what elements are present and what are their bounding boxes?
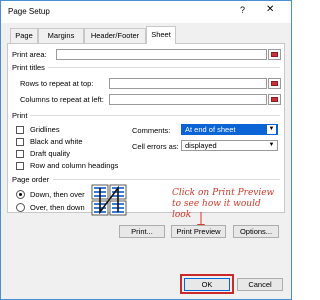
tab-sheet-label: Sheet — [151, 30, 171, 39]
tab-header-footer[interactable]: Header/Footer — [84, 28, 146, 43]
rows-to-repeat-label: Rows to repeat at top: — [20, 79, 94, 88]
cancel-button-label: Cancel — [248, 280, 272, 289]
range-select-icon — [271, 81, 278, 86]
columns-to-repeat-label: Columns to repeat at left: — [20, 95, 104, 104]
gridlines-label: Gridlines — [30, 125, 60, 134]
down-then-over-label: Down, then over — [30, 190, 85, 199]
separator — [30, 115, 280, 116]
print-area-collapse-button[interactable] — [268, 49, 281, 60]
row-column-headings-checkbox[interactable] — [16, 162, 24, 170]
page-setup-dialog: Page Setup ? ✕ Page Margins Header/Foote… — [0, 0, 292, 300]
tab-page[interactable]: Page — [10, 28, 38, 43]
options-button-label: Options... — [239, 227, 273, 236]
draft-quality-checkbox[interactable] — [16, 150, 24, 158]
close-button[interactable]: ✕ — [266, 4, 274, 15]
tab-page-label: Page — [15, 31, 33, 40]
over-then-down-label: Over, then down — [30, 203, 85, 212]
tab-sheet[interactable]: Sheet — [146, 26, 176, 44]
cell-errors-select[interactable]: displayed ▼ — [181, 140, 278, 151]
cell-errors-label: Cell errors as: — [132, 142, 179, 151]
tab-header-footer-label: Header/Footer — [90, 31, 140, 40]
page-order-preview-icon — [91, 184, 127, 216]
tab-margins-label: Margins — [47, 31, 75, 40]
separator — [48, 67, 280, 68]
cancel-button[interactable]: Cancel — [237, 278, 283, 291]
chevron-down-icon: ▼ — [267, 125, 276, 134]
black-and-white-checkbox[interactable] — [16, 138, 24, 146]
print-preview-button[interactable]: Print Preview — [171, 225, 226, 238]
print-area-label: Print area: — [12, 50, 47, 59]
ok-button-label: OK — [201, 280, 213, 289]
print-button-label: Print... — [131, 227, 153, 236]
range-select-icon — [271, 52, 278, 57]
comments-value: At end of sheet — [185, 125, 236, 134]
title-bar: Page Setup ? ✕ — [1, 1, 291, 23]
print-area-input[interactable] — [56, 49, 267, 60]
print-button[interactable]: Print... — [119, 225, 165, 238]
options-button[interactable]: Options... — [233, 225, 279, 238]
print-preview-label: Print Preview — [176, 227, 221, 236]
black-and-white-label: Black and white — [30, 137, 83, 146]
rows-collapse-button[interactable] — [268, 78, 281, 89]
print-heading: Print — [12, 111, 28, 120]
range-select-icon — [271, 97, 278, 102]
separator — [53, 179, 280, 180]
annotation-text: Click on Print Preview to see how it wou… — [172, 188, 275, 220]
rows-to-repeat-input[interactable] — [109, 78, 267, 89]
columns-collapse-button[interactable] — [268, 94, 281, 105]
comments-label: Comments: — [132, 126, 171, 135]
down-then-over-radio[interactable] — [16, 190, 25, 199]
chevron-down-icon: ▼ — [268, 142, 275, 148]
draft-quality-label: Draft quality — [30, 149, 71, 158]
over-then-down-radio[interactable] — [16, 203, 25, 212]
comments-select[interactable]: At end of sheet ▼ — [181, 124, 278, 135]
gridlines-checkbox[interactable] — [16, 126, 24, 134]
print-titles-heading: Print titles — [12, 63, 45, 72]
page-order-heading: Page order — [12, 175, 50, 184]
cell-errors-value: displayed — [185, 141, 217, 150]
ok-button[interactable]: OK — [184, 278, 230, 291]
row-column-headings-label: Row and column headings — [30, 161, 119, 170]
help-button[interactable]: ? — [240, 5, 245, 15]
dialog-title: Page Setup — [8, 7, 50, 16]
columns-to-repeat-input[interactable] — [109, 94, 267, 105]
tab-margins[interactable]: Margins — [38, 28, 84, 43]
